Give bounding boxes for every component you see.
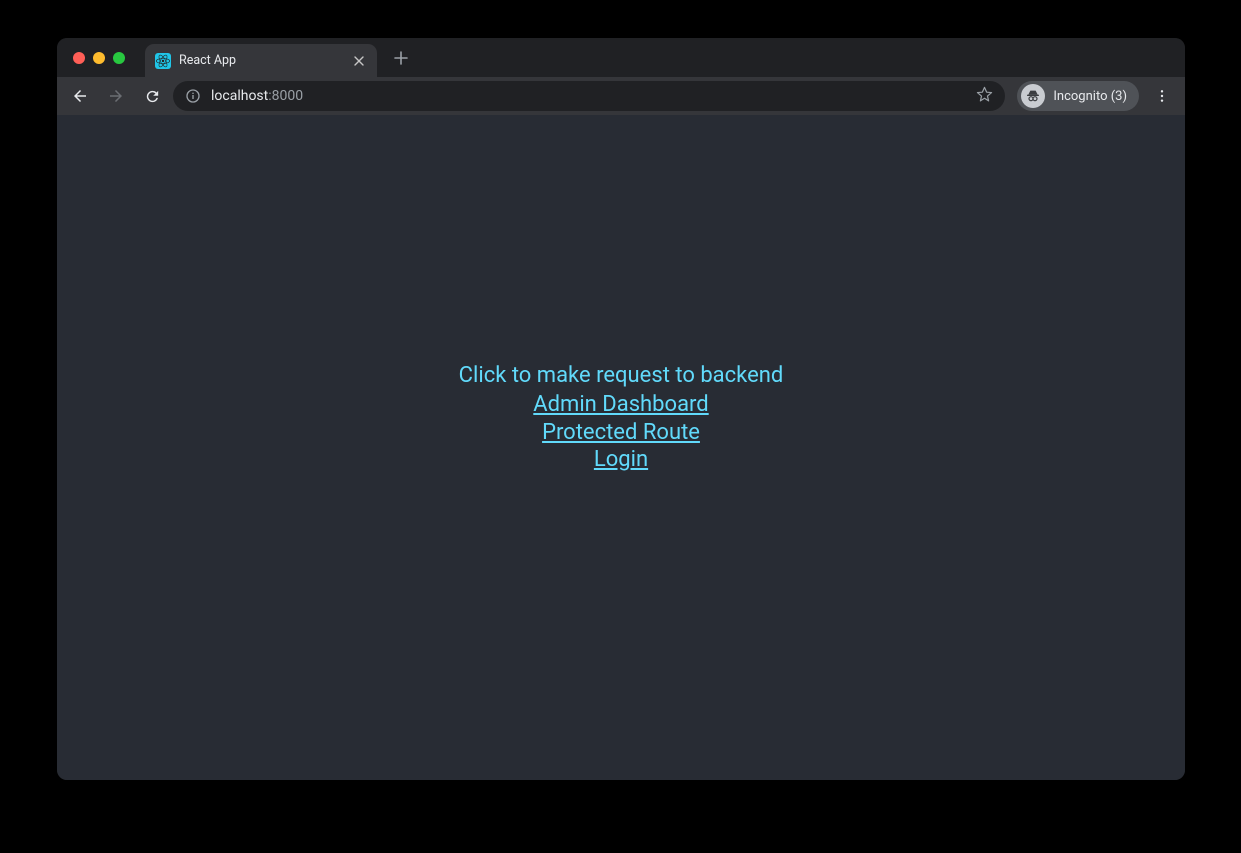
url-text: localhost:8000 <box>211 88 303 104</box>
back-button[interactable] <box>65 81 95 111</box>
page-content: Click to make request to backend Admin D… <box>459 362 784 474</box>
incognito-badge[interactable]: Incognito (3) <box>1017 81 1139 111</box>
link-admin-dashboard[interactable]: Admin Dashboard <box>459 391 784 419</box>
maximize-window-button[interactable] <box>113 52 125 64</box>
bookmark-icon[interactable] <box>976 86 993 107</box>
minimize-window-button[interactable] <box>93 52 105 64</box>
url-port: :8000 <box>268 88 303 104</box>
close-tab-button[interactable] <box>351 53 367 69</box>
new-tab-button[interactable] <box>387 44 415 72</box>
close-window-button[interactable] <box>73 52 85 64</box>
link-login[interactable]: Login <box>459 446 784 474</box>
window-controls <box>67 52 131 64</box>
incognito-label: Incognito (3) <box>1053 89 1127 104</box>
forward-button[interactable] <box>101 81 131 111</box>
link-protected-route[interactable]: Protected Route <box>459 419 784 447</box>
browser-window: React App localhost:8000 <box>57 38 1185 780</box>
browser-tab[interactable]: React App <box>145 44 377 77</box>
browser-menu-button[interactable] <box>1147 81 1177 111</box>
reload-button[interactable] <box>137 81 167 111</box>
address-bar[interactable]: localhost:8000 <box>173 81 1005 111</box>
tab-strip: React App <box>57 38 1185 77</box>
url-host: localhost <box>211 88 268 104</box>
browser-toolbar: localhost:8000 Incognito (3) <box>57 77 1185 115</box>
react-icon <box>155 53 171 69</box>
page-viewport: Click to make request to backend Admin D… <box>57 115 1185 780</box>
site-info-icon[interactable] <box>185 88 201 104</box>
tab-title: React App <box>179 53 343 68</box>
incognito-icon <box>1021 84 1045 108</box>
page-heading: Click to make request to backend <box>459 362 784 390</box>
